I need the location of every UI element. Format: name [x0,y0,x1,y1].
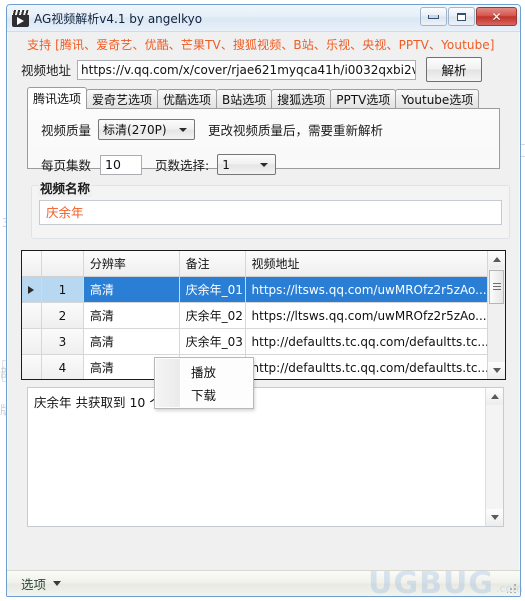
grid-inner: 分辨率 备注 视频地址 1 高清 庆余年_01 https://ltsws.qq… [22,251,488,379]
tab-pptv[interactable]: PPTV选项 [330,89,396,109]
close-icon: ✕ [491,11,501,23]
row-note-cell[interactable]: 庆余年_01 [180,277,246,302]
url-label: 视频地址 [21,60,71,79]
row-url-cell[interactable]: https://ltsws.qq.com/uwMROfz2r5zAo... [246,277,488,302]
page-select-value: 1 [222,158,230,172]
row-index-cell: 4 [42,355,84,379]
row-selector-cell[interactable] [22,355,42,379]
tab-tencent[interactable]: 腾讯选项 [27,87,87,109]
tab-bilibili[interactable]: B站选项 [216,89,272,109]
scroll-down-button[interactable] [488,362,505,379]
page-select-label: 页数选择: [155,155,209,174]
status-bar: 选项 [7,570,520,596]
context-menu-item-play[interactable]: 播放 [155,360,253,383]
url-row: 视频地址 https://v.qq.com/x/cover/rjae621myq… [21,57,482,82]
options-dropdown-label: 选项 [21,574,46,593]
page-select[interactable]: 1 [217,154,276,175]
title-bar: AG视频解析v4.1 by angelkyo ✕ [7,5,520,32]
log-output[interactable]: 庆余年 共获取到 10 个地址。 [27,387,504,527]
row-index-cell: 1 [42,277,84,302]
film-clapper-icon [12,10,29,27]
row-resolution-cell[interactable]: 高清 [84,277,180,302]
grid-header-resolution: 分辨率 [84,251,180,276]
minimize-icon [428,15,439,19]
quality-select[interactable]: 标清(270P) [98,119,195,140]
supported-sites-label: 支持 [腾讯、爱奇艺、优酷、芒果TV、搜狐视频、B站、乐视、央视、PPTV、Yo… [27,36,495,53]
video-name-input[interactable]: 庆余年 [39,200,502,225]
chevron-up-icon [493,257,501,262]
row-indicator-arrow-icon [28,286,34,294]
chevron-down-icon [53,581,61,586]
tab-youku[interactable]: 优酷选项 [157,89,217,109]
row-url-cell[interactable]: http://defaultts.tc.qq.com/defaultts.tc.… [246,329,488,354]
table-row[interactable]: 1 高清 庆余年_01 https://ltsws.qq.com/uwMROfz… [22,277,488,303]
quality-hint: 更改视频质量后，需要重新解析 [208,120,383,139]
row-index-cell: 2 [42,303,84,328]
options-dropdown-button[interactable]: 选项 [21,574,61,593]
tab-iqiyi[interactable]: 爱奇艺选项 [86,89,158,109]
minimize-button[interactable] [420,7,447,26]
row-selector-cell[interactable] [22,303,42,328]
client-area: 支持 [腾讯、爱奇艺、优酷、芒果TV、搜狐视频、B站、乐视、央视、PPTV、Yo… [7,32,520,596]
grid-header-row: 分辨率 备注 视频地址 [22,251,488,277]
maximize-button[interactable] [448,7,475,26]
quality-select-value: 标清(270P) [103,121,167,138]
video-name-legend: 视频名称 [38,178,92,197]
log-scroll-up-button[interactable] [486,388,503,405]
video-address-grid[interactable]: 分辨率 备注 视频地址 1 高清 庆余年_01 https://ltsws.qq… [21,250,506,380]
scroll-up-button[interactable] [488,251,505,268]
quality-label: 视频质量 [41,120,91,139]
grid-vertical-scrollbar[interactable] [487,251,505,379]
table-row[interactable]: 2 高清 庆余年_02 https://ltsws.qq.com/uwMROfz… [22,303,488,329]
episodes-row: 每页集数 10 页数选择: 1 [41,154,276,175]
parse-button[interactable]: 解析 [426,57,482,82]
grid-header-note: 备注 [180,251,246,276]
row-note-cell[interactable]: 庆余年_03 [180,329,246,354]
table-row[interactable]: 3 高清 庆余年_03 http://defaultts.tc.qq.com/d… [22,329,488,355]
tab-sohu[interactable]: 搜狐选项 [271,89,331,109]
grid-header-index [42,251,84,276]
log-scroll-down-button[interactable] [486,509,503,526]
chevron-down-icon [179,128,187,132]
row-note-cell[interactable]: 庆余年_02 [180,303,246,328]
chevron-down-icon [491,515,499,520]
log-vertical-scrollbar[interactable] [485,388,503,526]
maximize-icon [457,13,466,21]
context-menu-item-download[interactable]: 下载 [155,383,253,406]
provider-tabstrip: 腾讯选项 爱奇艺选项 优酷选项 B站选项 搜狐选项 PPTV选项 Youtube… [27,87,500,109]
row-context-menu[interactable]: 播放 下载 [154,357,254,409]
row-url-cell[interactable]: https://ltsws.qq.com/uwMROfz2r5zAo... [246,303,488,328]
row-selector-cell[interactable] [22,329,42,354]
table-row[interactable]: 4 高清 庆余年_04 http://defaultts.tc.qq.com/d… [22,355,488,379]
chevron-up-icon [491,394,499,399]
row-index-cell: 3 [42,329,84,354]
grip-icon [493,283,501,290]
window-title: AG视频解析v4.1 by angelkyo [34,10,202,27]
grid-header-url: 视频地址 [246,251,488,276]
url-input[interactable]: https://v.qq.com/x/cover/rjae621myqca41h… [77,60,416,80]
resize-grip-icon[interactable] [507,583,517,593]
row-url-cell[interactable]: http://defaultts.tc.qq.com/defaultts.tc.… [246,355,488,379]
close-button[interactable]: ✕ [476,7,517,26]
chevron-down-icon [260,163,268,167]
window-controls: ✕ [420,7,517,26]
log-line: 庆余年 共获取到 10 个地址。 [34,392,480,411]
grid-header-selector [22,251,42,276]
episodes-per-page-label: 每页集数 [41,155,91,174]
log-inner: 庆余年 共获取到 10 个地址。 [28,388,486,526]
tab-youtube[interactable]: Youtube选项 [395,89,479,109]
scrollbar-thumb[interactable] [489,270,504,304]
row-selector-cell[interactable] [22,277,42,302]
episodes-per-page-input[interactable]: 10 [100,155,142,175]
row-resolution-cell[interactable]: 高清 [84,303,180,328]
quality-row: 视频质量 标清(270P) 更改视频质量后，需要重新解析 [41,119,383,140]
app-window: AG视频解析v4.1 by angelkyo ✕ 支持 [腾讯、爱奇艺、优酷、芒… [6,4,521,597]
row-resolution-cell[interactable]: 高清 [84,329,180,354]
chevron-down-icon [493,368,501,373]
